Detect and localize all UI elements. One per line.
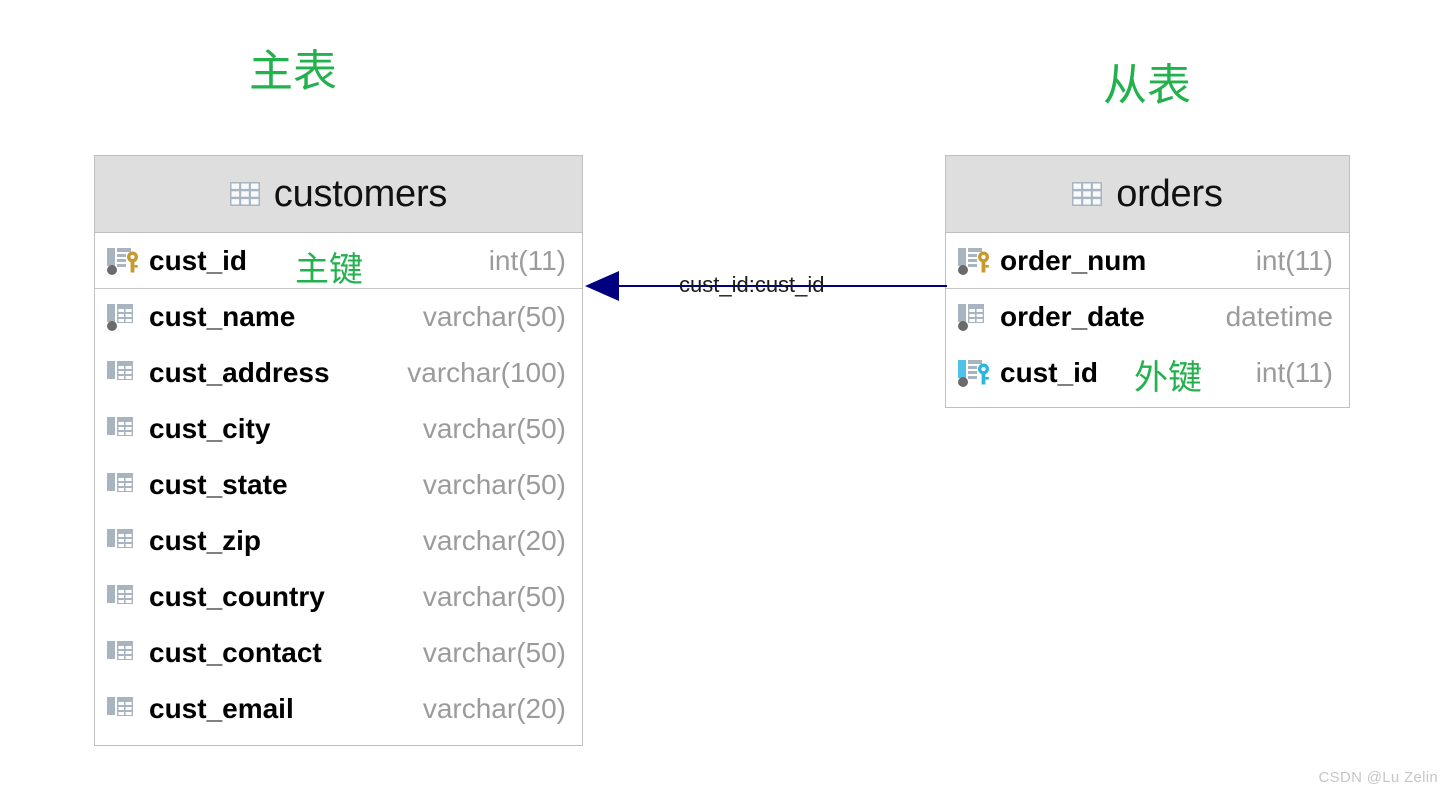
- table-row[interactable]: order_date datetime: [946, 289, 1349, 345]
- foreign-key-note: 外键: [1134, 358, 1202, 398]
- column-icon: [105, 358, 143, 388]
- column-type: varchar(20): [422, 693, 566, 724]
- column-name: cust_state: [149, 469, 288, 500]
- column-type: varchar(50): [422, 469, 566, 500]
- column-name: cust_zip: [149, 525, 262, 556]
- column-name: order_num: [1000, 244, 1147, 276]
- entity-customers-header: customers: [95, 156, 582, 233]
- column-name: cust_contact: [149, 637, 322, 668]
- column-type: varchar(50): [422, 301, 566, 332]
- column-name: cust_address: [149, 357, 330, 388]
- column-type: varchar(50): [422, 413, 566, 444]
- master-table-caption: 主表: [249, 46, 337, 97]
- column-icon: [105, 582, 143, 612]
- diagram-canvas: 主表 从表 customers cust_id 主键 int(11) cust_…: [0, 0, 1450, 796]
- primary-key-icon: [105, 246, 143, 276]
- table-row[interactable]: order_num int(11): [946, 233, 1349, 289]
- relationship-connector[interactable]: cust_id:cust_id: [583, 256, 947, 316]
- column-name: cust_city: [149, 413, 271, 444]
- table-row[interactable]: cust_state varchar(50): [95, 457, 582, 513]
- column-type: varchar(100): [407, 357, 566, 388]
- entity-orders-title: orders: [1116, 172, 1223, 215]
- column-icon: [105, 414, 143, 444]
- column-name: order_date: [1000, 301, 1145, 332]
- table-row[interactable]: cust_id 外键 int(11): [946, 345, 1349, 401]
- column-icon: [956, 302, 994, 332]
- column-type: varchar(20): [422, 525, 566, 556]
- table-row[interactable]: cust_id 主键 int(11): [95, 233, 582, 290]
- column-type: varchar(50): [422, 637, 566, 668]
- column-name: cust_id: [1000, 357, 1099, 388]
- entity-orders[interactable]: orders order_num int(11) order_date date…: [945, 155, 1350, 408]
- table-row[interactable]: cust_country varchar(50): [95, 569, 582, 625]
- column-name: cust_email: [149, 693, 294, 724]
- table-row[interactable]: cust_city varchar(50): [95, 401, 582, 457]
- table-row[interactable]: cust_name varchar(50): [95, 289, 582, 345]
- column-name: cust_name: [149, 301, 296, 332]
- primary-key-note: 主键: [295, 250, 363, 290]
- table-grid-icon: [229, 182, 260, 206]
- column-name: cust_id: [149, 244, 248, 276]
- entity-customers[interactable]: customers cust_id 主键 int(11) cust_name v…: [94, 155, 583, 746]
- table-row[interactable]: cust_address varchar(100): [95, 345, 582, 401]
- table-row[interactable]: cust_zip varchar(20): [95, 513, 582, 569]
- relationship-label: cust_id:cust_id: [679, 272, 825, 297]
- column-type: int(11): [1255, 357, 1333, 388]
- primary-key-icon: [956, 246, 994, 276]
- column-icon: [105, 526, 143, 556]
- column-type: datetime: [1225, 301, 1333, 332]
- entity-orders-header: orders: [946, 156, 1349, 233]
- column-name: cust_country: [149, 581, 325, 612]
- column-icon: [105, 302, 143, 332]
- column-type: varchar(50): [422, 581, 566, 612]
- column-icon: [105, 470, 143, 500]
- column-icon: [105, 638, 143, 668]
- table-grid-icon: [1072, 182, 1103, 206]
- watermark: CSDN @Lu Zelin: [1318, 769, 1438, 786]
- table-row[interactable]: cust_contact varchar(50): [95, 625, 582, 681]
- column-type: int(11): [1255, 244, 1333, 276]
- table-row[interactable]: cust_email varchar(20): [95, 681, 582, 737]
- column-type: int(11): [488, 244, 566, 276]
- entity-orders-columns: order_num int(11) order_date datetime cu…: [946, 233, 1349, 401]
- foreign-key-icon: [956, 358, 994, 388]
- entity-customers-title: customers: [273, 172, 448, 215]
- entity-customers-columns: cust_id 主键 int(11) cust_name varchar(50)…: [95, 233, 582, 737]
- column-icon: [105, 694, 143, 724]
- slave-table-caption: 从表: [1103, 60, 1191, 111]
